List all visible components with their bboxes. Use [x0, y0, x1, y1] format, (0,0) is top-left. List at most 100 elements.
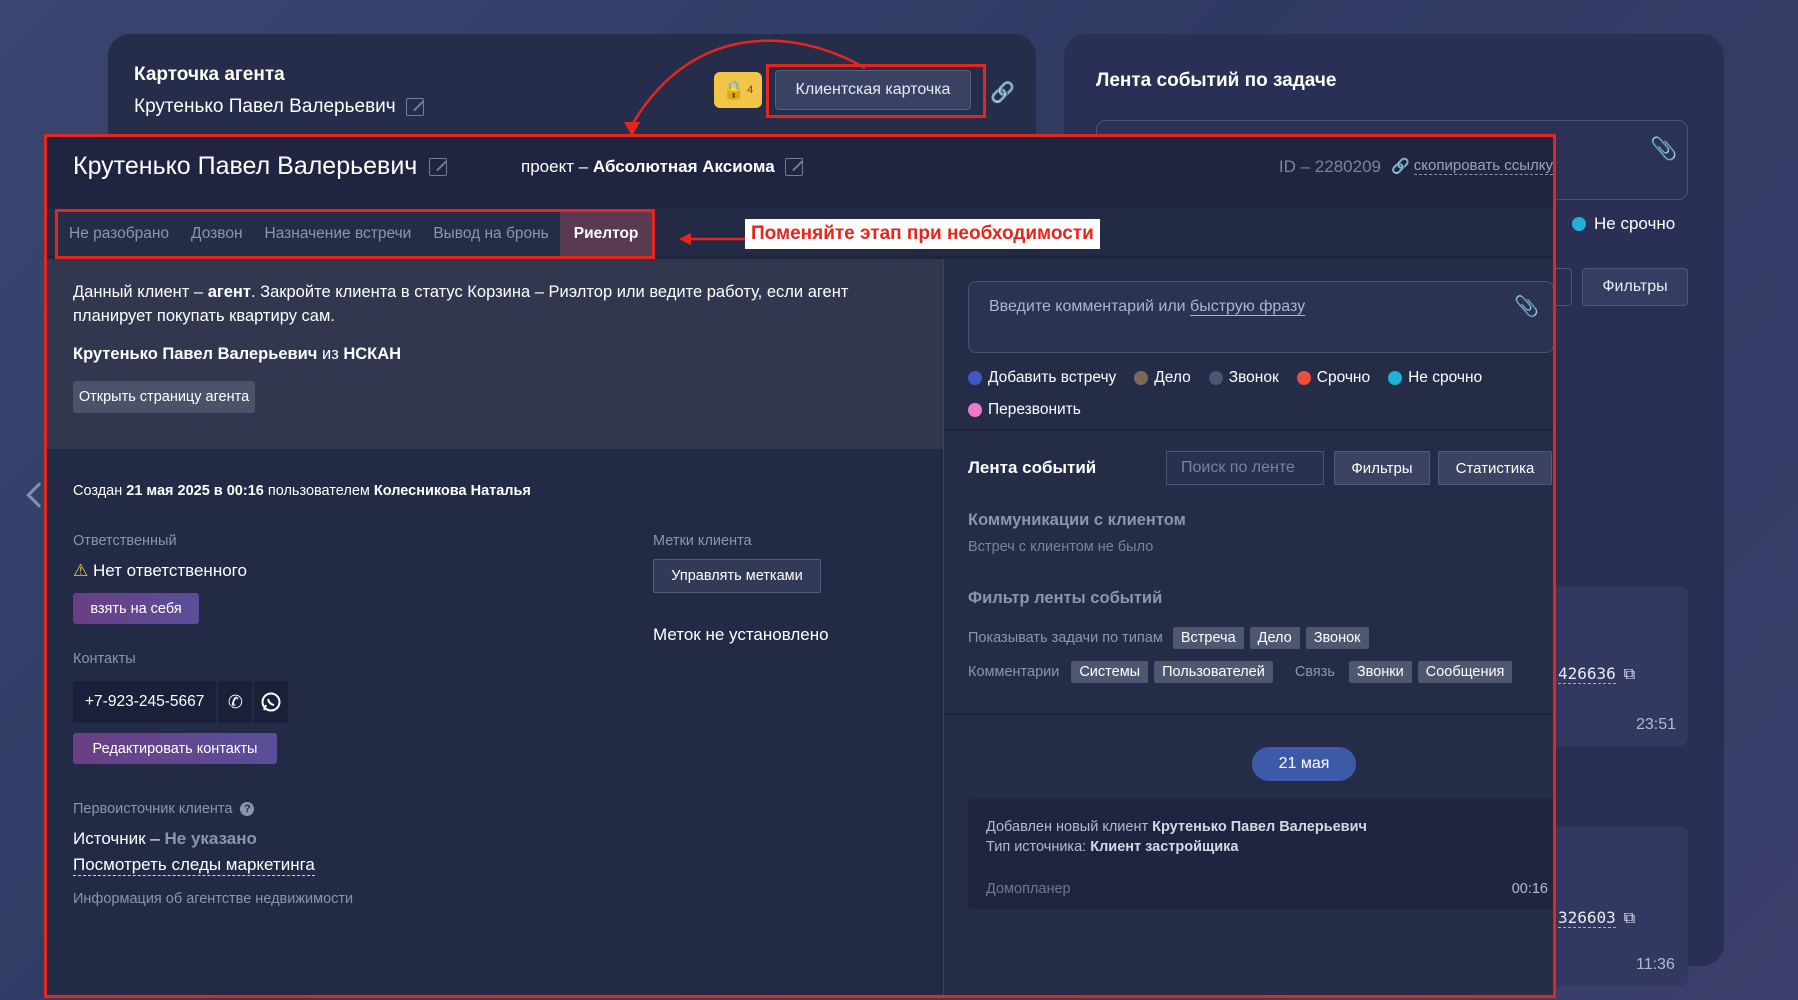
quick-tag-call-back[interactable]: Перезвонить [968, 401, 1081, 419]
feed-item-time: 23:51 [1636, 716, 1677, 733]
feed-item-id[interactable]: 326603 ⧉ [1558, 908, 1635, 928]
paperclip-icon[interactable]: 📎 [1650, 136, 1677, 162]
client-card-panel: Крутенько Павел Валерьевич проект – Абсо… [44, 134, 1556, 998]
dot-icon [1208, 371, 1223, 385]
source-value: Источник – Не указано [73, 829, 257, 848]
annotation-curved-arrow [624, 39, 866, 136]
event-feed-title: Лента событий по задаче [1096, 70, 1337, 91]
client-name-row: Крутенько Павел Валерьевич [73, 152, 448, 181]
filter-chip-calls[interactable]: Звонки [1348, 661, 1412, 683]
quick-tag-add-meeting[interactable]: Добавить встречу [968, 369, 1116, 387]
edit-icon[interactable] [784, 158, 803, 176]
dot-icon [1296, 371, 1311, 385]
annotation-arrow [679, 233, 745, 245]
event-time: 00:16 [1511, 881, 1548, 897]
no-tags-text: Меток не установлено [653, 625, 829, 644]
phone-row: +7-923-245-5667 ✆ [73, 681, 290, 723]
event-source: Домопланер [986, 881, 1071, 897]
feed-tag-label: Не срочно [1594, 214, 1676, 233]
communications-empty: Встреч с клиентом не было [968, 539, 1154, 555]
filter-chip-call[interactable]: Звонок [1305, 627, 1369, 649]
feed-search-input[interactable]: Поиск по ленте [1166, 451, 1324, 485]
event-line: Добавлен новый клиент Крутенько Павел Ва… [986, 819, 1367, 835]
copy-icon[interactable]: ⧉ [1624, 908, 1635, 928]
filter-comments-label: Комментарии [968, 664, 1060, 680]
dot-icon [1572, 217, 1586, 231]
edit-icon[interactable] [429, 157, 448, 176]
help-icon[interactable]: ? [240, 802, 255, 817]
comment-placeholder: Введите комментарий или быструю фразу [989, 298, 1306, 316]
phone-icon[interactable]: ✆ [218, 681, 253, 723]
agent-card-title: Карточка агента [134, 64, 285, 85]
copy-link-label: скопировать ссылку [1413, 157, 1553, 175]
filter-chip-system[interactable]: Системы [1071, 661, 1149, 683]
warning-icon: ⚠ [73, 561, 89, 580]
agent-notice-text: Данный клиент – агент. Закройте клиента … [73, 283, 849, 325]
stage-tab[interactable]: Назначение встречи [254, 212, 423, 256]
created-info: Создан 21 мая 2025 в 00:16 пользователем… [73, 483, 531, 499]
whatsapp-icon[interactable] [254, 681, 289, 723]
comment-input[interactable]: Введите комментарий или быструю фразу 📎 [968, 281, 1553, 353]
feed-filters-button[interactable]: Фильтры [1334, 451, 1430, 485]
client-details-section: Создан 21 мая 2025 в 00:16 пользователем… [47, 449, 943, 995]
feed-item-id-text[interactable]: 426636 [1558, 664, 1616, 684]
event-line: Тип источника: Клиент застройщика [986, 839, 1239, 855]
dot-icon [1388, 371, 1403, 385]
filter-chip-task[interactable]: Дело [1249, 627, 1300, 649]
agent-card-name: Крутенько Павел Валерьевич [134, 96, 396, 117]
feed-item-id-text[interactable]: 326603 [1558, 908, 1616, 928]
paperclip-icon[interactable]: 📎 [1514, 294, 1539, 319]
client-tags-label: Метки клиента [653, 533, 752, 549]
stage-tabs: Не разобрано Дозвон Назначение встречи В… [55, 209, 656, 259]
dot-icon [968, 403, 982, 417]
quick-tag-urgent[interactable]: Срочно [1296, 369, 1370, 387]
agency-info-label: Информация об агентстве недвижимости [73, 891, 354, 907]
communications-title: Коммуникации с клиентом [968, 511, 1186, 529]
feed-statistics-button[interactable]: Статистика [1438, 451, 1552, 485]
edit-contacts-button[interactable]: Редактировать контакты [73, 733, 277, 764]
client-card-header: Крутенько Павел Валерьевич проект – Абсо… [47, 137, 1553, 209]
filter-chip-meeting[interactable]: Встреча [1172, 627, 1244, 649]
link-icon[interactable]: 🔗 [990, 80, 1015, 105]
feed-filters-button[interactable]: Фильтры [1582, 268, 1688, 306]
manage-tags-button[interactable]: Управлять метками [653, 559, 821, 593]
feed-search-input-fragment[interactable] [1556, 268, 1572, 306]
quick-phrase-link[interactable]: быструю фразу [1190, 298, 1306, 316]
divider [944, 713, 1553, 715]
filter-types-row: Показывать задачи по типам Встреча Дело … [968, 627, 1369, 649]
marketing-traces-link[interactable]: Посмотреть следы маркетинга [73, 855, 315, 876]
responsible-label: Ответственный [73, 533, 177, 549]
phone-number[interactable]: +7-923-245-5667 [73, 681, 217, 723]
agent-notice-section: Данный клиент – агент. Закройте клиента … [47, 259, 943, 449]
edit-icon[interactable] [405, 98, 424, 116]
copy-link-button[interactable]: 🔗 скопировать ссылку [1391, 157, 1553, 175]
divider [944, 429, 1553, 431]
client-name: Крутенько Павел Валерьевич [73, 152, 418, 180]
open-agent-page-button[interactable]: Открыть страницу агента [73, 381, 255, 413]
stage-tab-active[interactable]: Риелтор [559, 212, 653, 256]
agent-card-name-row: Крутенько Павел Валерьевич [134, 96, 424, 118]
filter-chip-users[interactable]: Пользователей [1154, 661, 1273, 683]
project-label: проект – Абсолютная Аксиома [521, 157, 775, 176]
filter-link-label: Связь [1294, 664, 1335, 680]
responsible-value: ⚠ Нет ответственного [73, 561, 247, 580]
stage-tab[interactable]: Дозвон [180, 212, 253, 256]
filter-comments-row: Комментарии Системы Пользователей Связь … [968, 661, 1513, 683]
feed-item-time: 11:36 [1636, 956, 1675, 973]
stage-tab[interactable]: Вывод на бронь [422, 212, 559, 256]
stage-tab[interactable]: Не разобрано [58, 212, 180, 256]
project-row: проект – Абсолютная Аксиома [521, 157, 803, 177]
quick-tag-not-urgent[interactable]: Не срочно [1388, 369, 1482, 387]
date-separator: 21 мая [1252, 747, 1356, 781]
copy-icon[interactable]: ⧉ [1624, 664, 1635, 684]
feed-item-id[interactable]: 426636 ⧉ [1558, 664, 1635, 684]
quick-tag-task[interactable]: Дело [1134, 369, 1191, 387]
quick-tag-call[interactable]: Звонок [1208, 369, 1279, 387]
link-icon: 🔗 [1391, 158, 1410, 175]
quick-tags: Добавить встречу Дело Звонок Срочно Не с… [968, 369, 1528, 419]
event-card[interactable]: Добавлен новый клиент Крутенько Павел Ва… [968, 799, 1553, 909]
event-feed-column: Введите комментарий или быструю фразу 📎 … [943, 259, 1553, 995]
take-responsibility-button[interactable]: взять на себя [73, 593, 199, 624]
filter-chip-messages[interactable]: Сообщения [1417, 661, 1513, 683]
feed-tag-not-urgent[interactable]: Не срочно [1572, 214, 1675, 234]
